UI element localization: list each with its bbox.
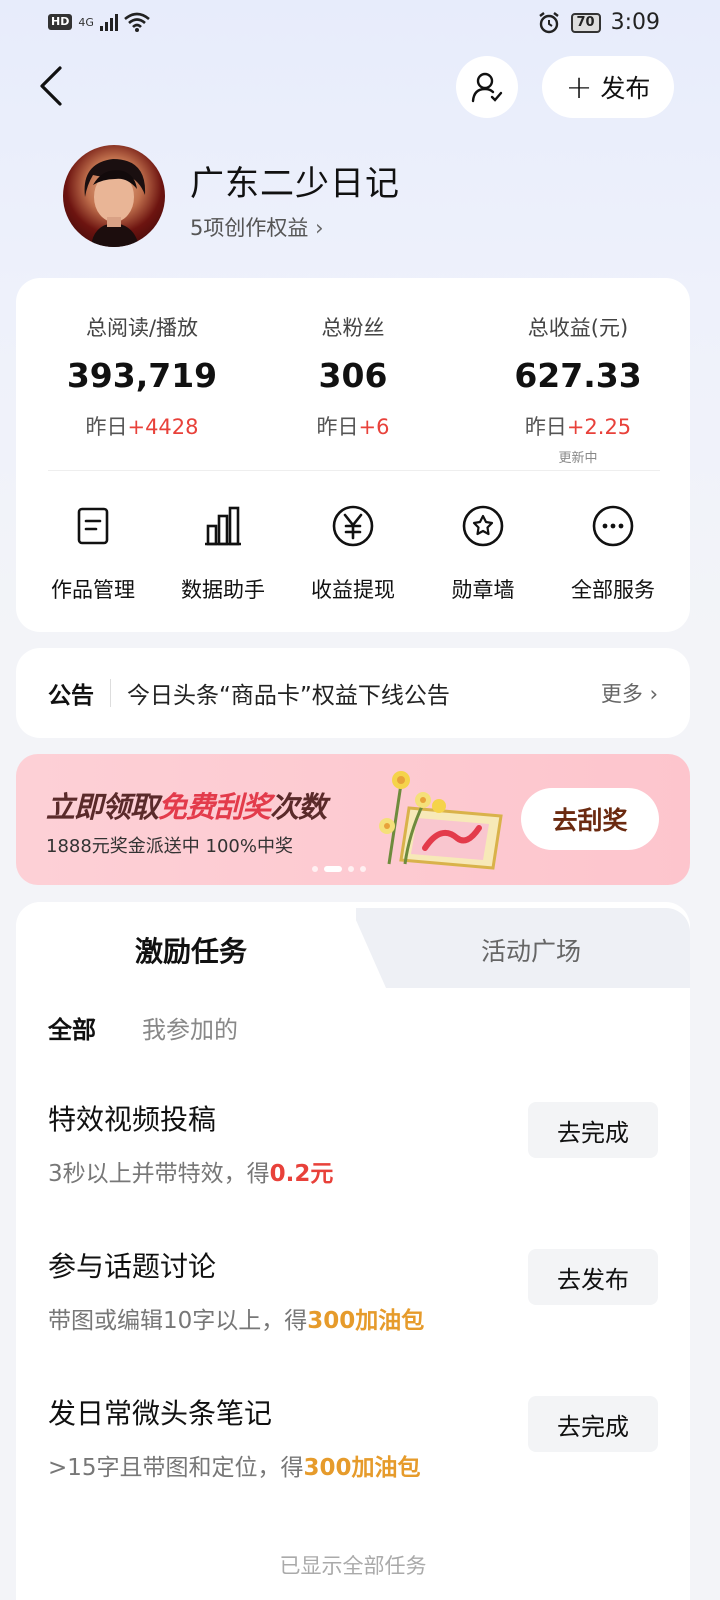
banner-title: 立即领取免费刮奖次数 [46, 790, 327, 824]
banner-subtitle: 1888元奖金派送中 100%中奖 [46, 836, 293, 857]
service-label: 勋章墙 [451, 578, 515, 602]
more-link[interactable]: 更多 › [601, 678, 658, 708]
scratch-card-illustration [379, 771, 503, 870]
stat-earnings[interactable]: 总收益(元) 627.33 昨日+2.25 更新中 [466, 312, 690, 466]
service-data-assistant[interactable]: 数据助手 [158, 504, 288, 604]
signal-icon [99, 13, 118, 31]
clock: 3:09 [610, 10, 660, 35]
plus-icon: + [565, 68, 593, 106]
user-check-icon [471, 72, 503, 103]
status-bar: HD 4G 70 3:09 [0, 0, 720, 50]
carousel-dot-active [324, 866, 342, 872]
scratch-button[interactable]: 去刮奖 [521, 788, 659, 850]
task-action-button[interactable]: 去完成 [528, 1102, 658, 1158]
chevron-left-icon [40, 66, 62, 106]
divider [48, 470, 660, 471]
service-label: 全部服务 [571, 578, 655, 602]
more-icon [592, 505, 634, 547]
stat-label: 总粉丝 [321, 316, 385, 340]
carousel-dot [360, 866, 366, 872]
updating-note: 更新中 [558, 451, 598, 466]
stat-followers[interactable]: 总粉丝 306 昨日+6 [241, 312, 465, 441]
list-end-text: 已显示全部任务 [279, 1554, 427, 1578]
service-all[interactable]: 全部服务 [548, 504, 678, 604]
hd-indicator: HD [48, 14, 73, 30]
publish-label: 发布 [600, 74, 651, 103]
back-button[interactable] [36, 66, 76, 106]
task-description: 带图或编辑10字以上，得300加油包 [48, 1308, 425, 1334]
task-description: 3秒以上并带特效，得0.2元 [48, 1161, 334, 1187]
service-label: 收益提现 [311, 578, 395, 602]
tasks-panel: 激励任务 活动广场 全部 我参加的 特效视频投稿 3秒以上并带特效，得0.2元 … [16, 902, 690, 1600]
network-type: 4G [78, 15, 94, 29]
promo-banner[interactable]: 立即领取免费刮奖次数 1888元奖金派送中 100%中奖 去刮奖 [16, 754, 690, 885]
carousel-indicator [312, 866, 366, 872]
service-works-management[interactable]: 作品管理 [28, 504, 158, 604]
task-item: 参与话题讨论 带图或编辑10字以上，得300加油包 去发布 [48, 1245, 658, 1334]
medal-icon [462, 505, 504, 547]
document-icon [77, 507, 109, 545]
avatar-portrait [84, 159, 146, 247]
tab-activity-plaza-label[interactable]: 活动广场 [396, 932, 666, 968]
chevron-right-icon: › [315, 216, 324, 240]
service-label: 数据助手 [181, 578, 265, 602]
task-action-button[interactable]: 去发布 [528, 1249, 658, 1305]
creator-rights-link[interactable]: 5项创作权益 › [190, 212, 323, 242]
stat-value: 306 [318, 356, 388, 395]
alarm-icon [538, 11, 559, 33]
carousel-dot [312, 866, 318, 872]
stats-card: 总阅读/播放 393,719 昨日+4428 总粉丝 306 昨日+6 总收益(… [16, 278, 690, 632]
stat-value: 627.33 [514, 356, 642, 395]
publish-button[interactable]: + 发布 [542, 56, 674, 118]
filter-joined[interactable]: 我参加的 [142, 1010, 238, 1045]
tab-incentive-tasks[interactable]: 激励任务 [16, 930, 366, 970]
stat-change: 昨日+4428 [85, 415, 199, 439]
yuan-icon [332, 505, 374, 547]
task-item: 特效视频投稿 3秒以上并带特效，得0.2元 去完成 [48, 1098, 658, 1187]
service-medal-wall[interactable]: 勋章墙 [418, 504, 548, 604]
filter-all[interactable]: 全部 [48, 1010, 96, 1045]
stat-label: 总收益(元) [527, 316, 629, 340]
bar-chart-icon [205, 506, 241, 546]
task-description: >15字且带图和定位，得300加油包 [48, 1455, 421, 1481]
task-action-button[interactable]: 去完成 [528, 1396, 658, 1452]
stat-change: 昨日+6 [316, 415, 390, 439]
creator-rights-label: 5项创作权益 [190, 216, 309, 240]
chevron-right-icon: › [649, 682, 658, 706]
stat-reads[interactable]: 总阅读/播放 393,719 昨日+4428 [30, 312, 254, 441]
stat-change: 昨日+2.25 [524, 415, 632, 439]
user-switch-button[interactable] [456, 56, 518, 118]
wifi-icon [124, 12, 150, 32]
service-withdraw[interactable]: 收益提现 [288, 504, 418, 604]
battery-icon: 70 [570, 12, 601, 33]
task-item: 发日常微头条笔记 >15字且带图和定位，得300加油包 去完成 [48, 1392, 658, 1481]
service-label: 作品管理 [51, 578, 135, 602]
carousel-dot [348, 866, 354, 872]
announcement-tag: 公告 [48, 683, 94, 709]
announcement-bar[interactable]: 公告 今日头条“商品卡”权益下线公告 更多 › [16, 648, 690, 738]
avatar[interactable] [63, 145, 165, 247]
announcement-text[interactable]: 今日头条“商品卡”权益下线公告 [127, 676, 601, 710]
stat-value: 393,719 [66, 356, 218, 395]
profile-name: 广东二少日记 [190, 164, 400, 204]
stat-label: 总阅读/播放 [85, 316, 199, 340]
separator [110, 679, 111, 707]
